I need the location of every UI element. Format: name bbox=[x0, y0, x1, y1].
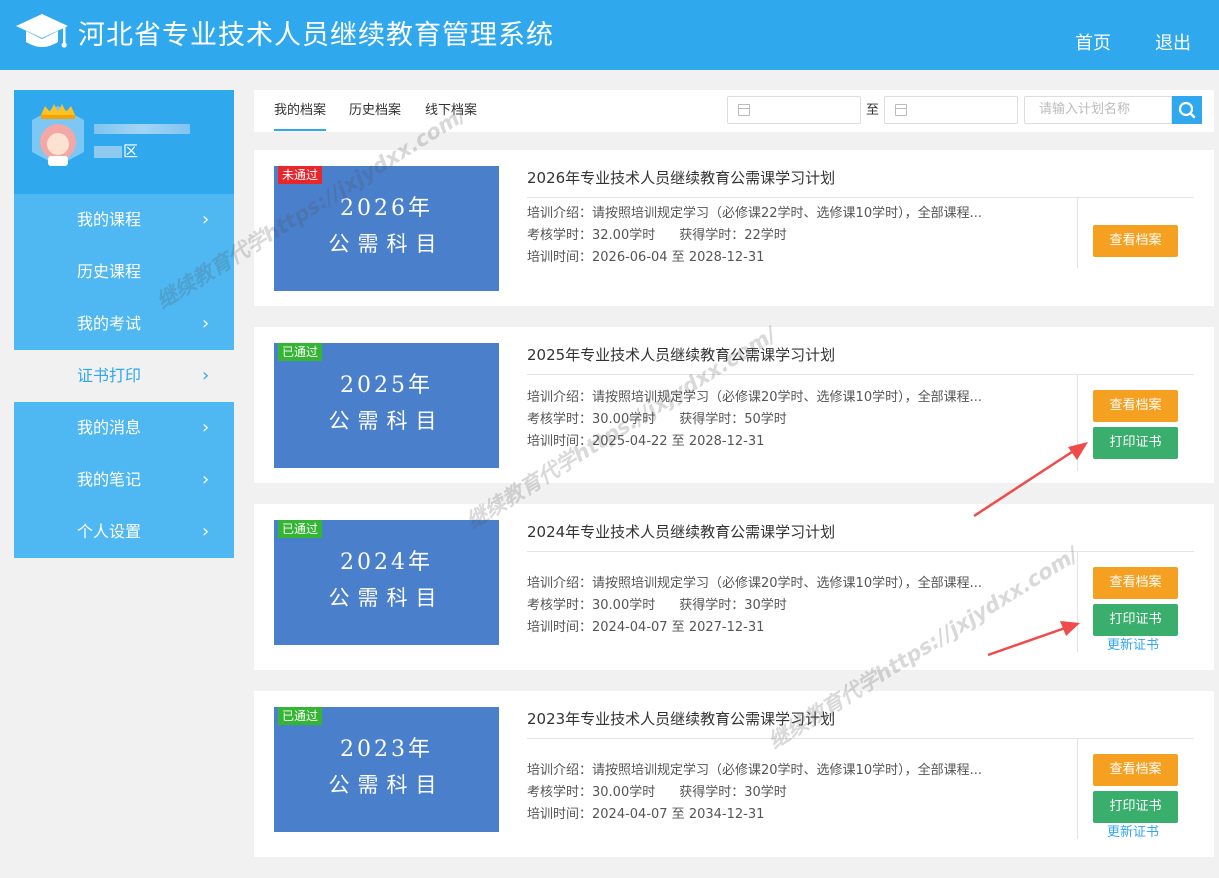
plan-title[interactable]: 2023年专业技术人员继续教育公需课学习计划 bbox=[527, 709, 835, 729]
search-button[interactable] bbox=[1172, 96, 1202, 124]
sidebar-item-certificate-print[interactable]: 证书打印 › bbox=[14, 350, 234, 402]
plan-period: 培训时间：2024-04-07 至 2034-12-31 bbox=[527, 807, 765, 822]
calendar-icon bbox=[895, 104, 907, 116]
thumbnail-subject: 公需科目 bbox=[328, 409, 445, 433]
plan-thumbnail[interactable]: 已通过 2024年 公需科目 bbox=[274, 520, 499, 645]
sidebar-item-label: 我的考试 bbox=[77, 314, 142, 333]
avatar[interactable] bbox=[26, 102, 90, 174]
plan-title[interactable]: 2024年专业技术人员继续教育公需课学习计划 bbox=[527, 522, 835, 542]
thumbnail-subject: 公需科目 bbox=[328, 586, 445, 610]
plan-title[interactable]: 2025年专业技术人员继续教育公需课学习计划 bbox=[527, 345, 835, 365]
plan-period: 培训时间：2025-04-22 至 2028-12-31 bbox=[527, 434, 765, 449]
plan-card-2026: 未通过 2026年 公需科目 2026年专业技术人员继续教育公需课学习计划 培训… bbox=[254, 150, 1214, 306]
thumbnail-subject: 公需科目 bbox=[328, 232, 445, 256]
tab-offline-archive[interactable]: 线下档案 bbox=[425, 102, 477, 120]
plan-hours: 考核学时：30.00学时 获得学时：30学时 bbox=[527, 598, 787, 613]
username-masked bbox=[94, 124, 190, 134]
calendar-icon bbox=[738, 104, 750, 116]
sidebar-item-label: 我的消息 bbox=[77, 418, 142, 437]
status-badge: 已通过 bbox=[278, 343, 323, 361]
top-header: 河北省专业技术人员继续教育管理系统 首页 退出 bbox=[0, 0, 1219, 70]
nav-home-link[interactable]: 首页 bbox=[1075, 32, 1111, 56]
update-certificate-link[interactable]: 更新证书 bbox=[1107, 825, 1159, 841]
plan-card-2023: 已通过 2023年 公需科目 2023年专业技术人员继续教育公需课学习计划 培训… bbox=[254, 691, 1214, 857]
plan-intro: 培训介绍：请按照培训规定学习（必修课20学时、选修课10学时），全部课程... bbox=[527, 763, 982, 778]
thumbnail-subject: 公需科目 bbox=[328, 773, 445, 797]
plan-thumbnail[interactable]: 已通过 2023年 公需科目 bbox=[274, 707, 499, 832]
sidebar-item-my-messages[interactable]: 我的消息 › bbox=[14, 402, 234, 454]
plan-period: 培训时间：2026-06-04 至 2028-12-31 bbox=[527, 250, 765, 265]
sidebar-item-label: 证书打印 bbox=[77, 366, 142, 385]
plan-intro: 培训介绍：请按照培训规定学习（必修课20学时、选修课10学时），全部课程... bbox=[527, 390, 982, 405]
divider bbox=[1077, 552, 1078, 652]
chevron-right-icon: › bbox=[202, 521, 210, 542]
divider bbox=[1077, 375, 1078, 471]
divider bbox=[527, 738, 1194, 739]
sidebar-item-label: 我的笔记 bbox=[77, 470, 142, 489]
divider bbox=[1077, 739, 1078, 839]
status-badge: 已通过 bbox=[278, 520, 323, 538]
user-profile: 区 bbox=[14, 90, 234, 194]
plan-hours: 考核学时：30.00学时 获得学时：50学时 bbox=[527, 412, 787, 427]
sidebar-item-personal-settings[interactable]: 个人设置 › bbox=[14, 506, 234, 558]
thumbnail-year: 2024年 bbox=[340, 550, 433, 575]
plan-hours: 考核学时：32.00学时 获得学时：22学时 bbox=[527, 228, 787, 243]
chevron-right-icon: › bbox=[202, 313, 210, 334]
plan-thumbnail[interactable]: 已通过 2025年 公需科目 bbox=[274, 343, 499, 468]
sidebar-item-my-courses[interactable]: 我的课程 › bbox=[14, 194, 234, 246]
plan-name-search-input[interactable]: 请输入计划名称 bbox=[1024, 96, 1172, 124]
plan-card-2025: 已通过 2025年 公需科目 2025年专业技术人员继续教育公需课学习计划 培训… bbox=[254, 327, 1214, 483]
view-archive-button[interactable]: 查看档案 bbox=[1093, 390, 1178, 422]
divider bbox=[527, 197, 1194, 198]
tab-history-archive[interactable]: 历史档案 bbox=[349, 102, 401, 120]
user-area: 区 bbox=[94, 142, 138, 160]
print-certificate-button[interactable]: 打印证书 bbox=[1093, 604, 1178, 636]
thumbnail-year: 2026年 bbox=[340, 196, 433, 221]
plan-hours: 考核学时：30.00学时 获得学时：30学时 bbox=[527, 785, 787, 800]
sidebar-item-history-courses[interactable]: 历史课程 bbox=[14, 246, 234, 298]
sidebar-item-my-notes[interactable]: 我的笔记 › bbox=[14, 454, 234, 506]
print-certificate-button[interactable]: 打印证书 bbox=[1093, 427, 1178, 459]
plan-intro: 培训介绍：请按照培训规定学习（必修课20学时、选修课10学时），全部课程... bbox=[527, 576, 982, 591]
tab-my-archive[interactable]: 我的档案 bbox=[274, 102, 327, 131]
view-archive-button[interactable]: 查看档案 bbox=[1093, 225, 1178, 257]
chevron-right-icon: › bbox=[202, 417, 210, 438]
plan-thumbnail[interactable]: 未通过 2026年 公需科目 bbox=[274, 166, 499, 291]
date-range-separator: 至 bbox=[866, 103, 880, 118]
view-archive-button[interactable]: 查看档案 bbox=[1093, 754, 1178, 786]
sidebar: 区 我的课程 › 历史课程 我的考试 › 证书打印 › 我的消息 › 我的笔记 … bbox=[14, 90, 234, 558]
status-badge: 未通过 bbox=[278, 166, 323, 184]
thumbnail-year: 2025年 bbox=[340, 373, 433, 398]
sidebar-item-label: 历史课程 bbox=[77, 262, 142, 281]
sidebar-item-label: 个人设置 bbox=[77, 522, 142, 541]
update-certificate-link[interactable]: 更新证书 bbox=[1107, 638, 1159, 654]
plan-title[interactable]: 2026年专业技术人员继续教育公需课学习计划 bbox=[527, 168, 835, 188]
chevron-right-icon: › bbox=[202, 209, 210, 230]
thumbnail-year: 2023年 bbox=[340, 737, 433, 762]
divider bbox=[1077, 198, 1078, 268]
plan-card-2024: 已通过 2024年 公需科目 2024年专业技术人员继续教育公需课学习计划 培训… bbox=[254, 504, 1214, 670]
chevron-right-icon: › bbox=[202, 469, 210, 490]
archive-tabbar: 我的档案 历史档案 线下档案 至 请输入计划名称 bbox=[254, 90, 1214, 132]
end-date-input[interactable] bbox=[884, 96, 1018, 124]
print-certificate-button[interactable]: 打印证书 bbox=[1093, 791, 1178, 823]
sidebar-item-my-exams[interactable]: 我的考试 › bbox=[14, 298, 234, 350]
sidebar-item-label: 我的课程 bbox=[77, 210, 142, 229]
plan-period: 培训时间：2024-04-07 至 2027-12-31 bbox=[527, 620, 765, 635]
graduation-cap-icon bbox=[16, 14, 68, 48]
system-title: 河北省专业技术人员继续教育管理系统 bbox=[78, 20, 554, 51]
nav-logout-link[interactable]: 退出 bbox=[1155, 32, 1191, 56]
view-archive-button[interactable]: 查看档案 bbox=[1093, 567, 1178, 599]
chevron-right-icon: › bbox=[202, 365, 210, 386]
divider bbox=[527, 551, 1194, 552]
plan-intro: 培训介绍：请按照培训规定学习（必修课22学时、选修课10学时），全部课程... bbox=[527, 206, 982, 221]
search-icon bbox=[1178, 101, 1196, 119]
start-date-input[interactable] bbox=[727, 96, 861, 124]
status-badge: 已通过 bbox=[278, 707, 323, 725]
divider bbox=[527, 374, 1194, 375]
